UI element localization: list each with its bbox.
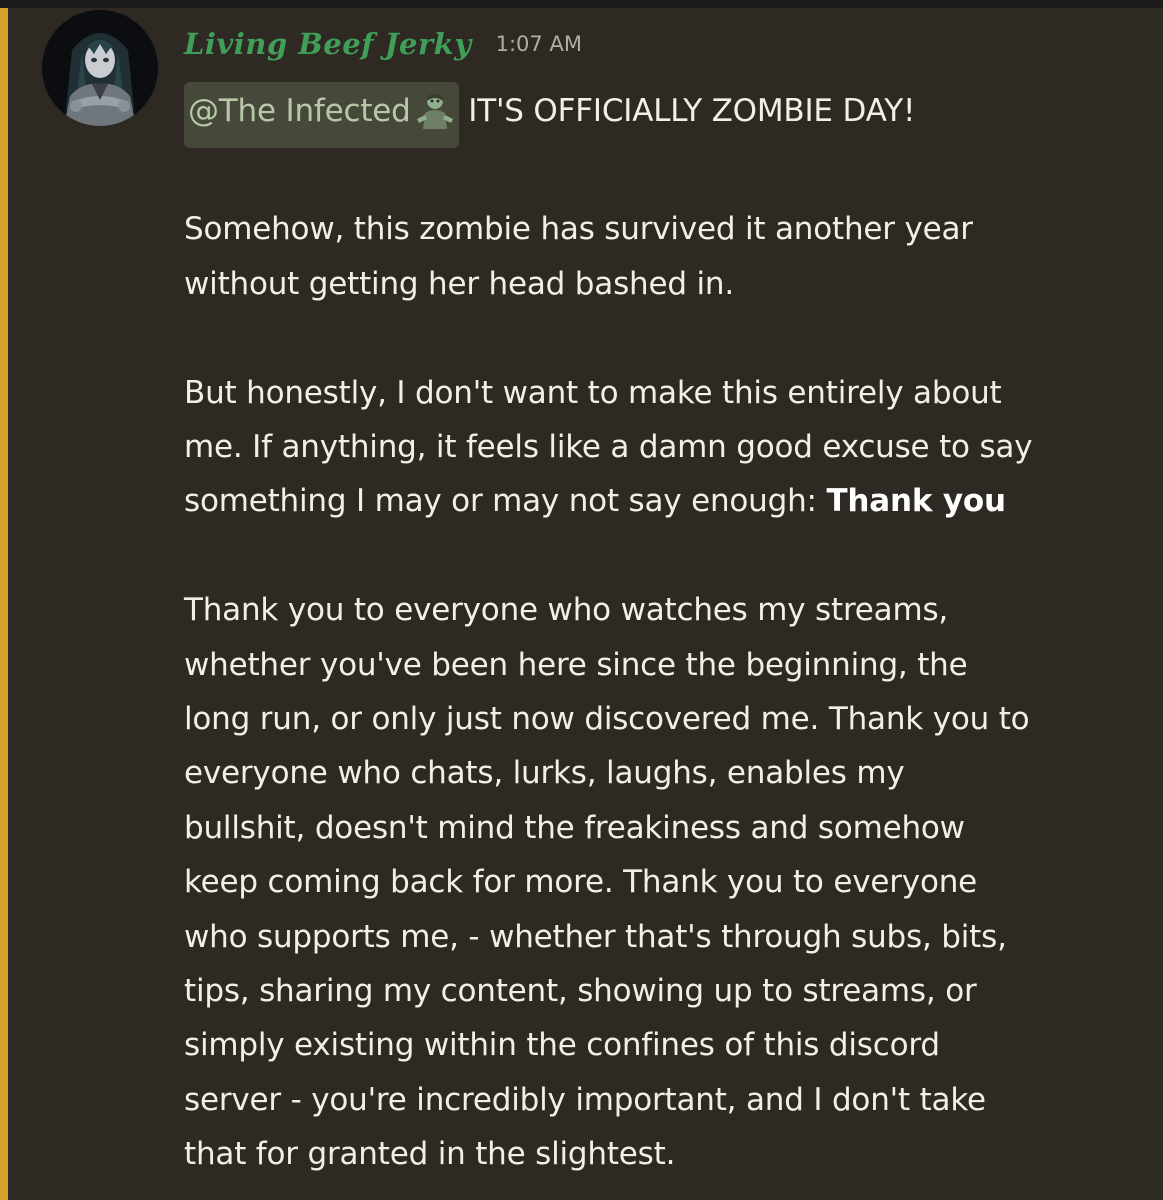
- mention-highlight-bar: [0, 8, 8, 1200]
- username[interactable]: Living Beef Jerky: [184, 27, 472, 61]
- text-line: everyone who chats, lurks, laughs, enabl…: [184, 755, 905, 792]
- text-line: But honestly, I don't want to make this …: [184, 374, 1002, 411]
- text-line: without getting her head bashed in.: [184, 265, 735, 302]
- text-segment: something I may or may not say enough:: [184, 483, 827, 520]
- text-line: Thank you to everyone who watches my str…: [184, 592, 949, 629]
- text-line: whether you've been here since the begin…: [184, 646, 968, 683]
- mention-label: @The Infected: [188, 93, 411, 129]
- text-line: long run, or only just now discovered me…: [184, 701, 1030, 738]
- text-line: Somehow, this zombie has survived it ano…: [184, 211, 973, 248]
- zombie-emoji-icon: [415, 89, 455, 148]
- paragraph-survived: Somehow, this zombie has survived it ano…: [184, 202, 1134, 311]
- text-line: who supports me, - whether that's throug…: [184, 918, 1007, 955]
- avatar[interactable]: [42, 10, 158, 126]
- text-line: bullshit, doesn't mind the freakiness an…: [184, 809, 965, 846]
- message-header: Living Beef Jerky 1:07 AM: [184, 22, 582, 66]
- message-first-line: @The Infected IT'S OFFICIALLY ZOMBIE DAY…: [184, 82, 1134, 148]
- text-line-with-bold: something I may or may not say enough: T…: [184, 474, 1134, 528]
- avatar-image: [42, 10, 158, 126]
- text-line: tips, sharing my content, showing up to …: [184, 973, 977, 1010]
- paragraph-honestly: But honestly, I don't want to make this …: [184, 366, 1134, 529]
- top-window-strip: [0, 0, 1163, 8]
- text-line: simply existing within the confines of t…: [184, 1027, 940, 1064]
- bold-thank-you: Thank you: [826, 483, 1006, 520]
- text-line: server - you're incredibly important, an…: [184, 1081, 986, 1118]
- timestamp[interactable]: 1:07 AM: [496, 32, 582, 56]
- text-line: me. If anything, it feels like a damn go…: [184, 429, 1033, 465]
- user-mention[interactable]: @The Infected: [184, 82, 459, 148]
- text-line: keep coming back for more. Thank you to …: [184, 864, 978, 901]
- zombie-day-announcement: IT'S OFFICIALLY ZOMBIE DAY!: [468, 93, 916, 129]
- text-line: that for granted in the slightest.: [184, 1136, 676, 1173]
- paragraph-thank-you: Thank you to everyone who watches my str…: [184, 583, 1134, 1181]
- chat-message: Living Beef Jerky 1:07 AM @The Infected …: [8, 8, 1163, 1200]
- message-content: @The Infected IT'S OFFICIALLY ZOMBIE DAY…: [184, 82, 1134, 1182]
